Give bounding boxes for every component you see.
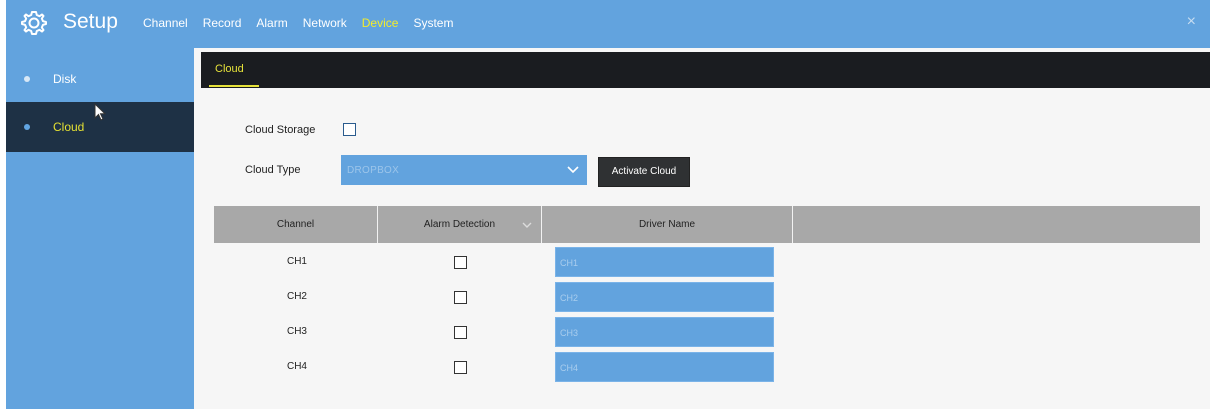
alarm-detection-checkbox[interactable]: [454, 326, 467, 339]
channel-cell: CH4: [286, 361, 307, 372]
driver-name-value: CH1: [560, 258, 579, 268]
active-tab-indicator: [209, 85, 259, 87]
sidebar-item-label: Cloud: [53, 120, 85, 134]
channel-cell: CH3: [286, 326, 307, 337]
table-header: Channel Alarm Detection Driver Name: [214, 206, 1200, 243]
driver-name-value: CH2: [560, 293, 579, 303]
alarm-detection-checkbox[interactable]: [454, 361, 467, 374]
column-header-driver-name: Driver Name: [638, 219, 696, 230]
driver-name-input[interactable]: CH3: [555, 317, 774, 347]
sidebar-item-disk[interactable]: Disk: [6, 54, 194, 104]
alarm-detection-checkbox[interactable]: [454, 256, 467, 269]
cloud-type-value: DROPBOX: [347, 165, 400, 176]
driver-name-value: CH3: [560, 328, 579, 338]
driver-name-input[interactable]: CH1: [555, 247, 774, 277]
alarm-detection-checkbox[interactable]: [454, 291, 467, 304]
column-divider: [792, 206, 793, 243]
menu-item-channel[interactable]: Channel: [143, 16, 188, 30]
menu-item-system[interactable]: System: [413, 16, 453, 30]
menu-item-record[interactable]: Record: [203, 16, 242, 30]
tab-cloud[interactable]: Cloud: [215, 63, 244, 75]
column-header-alarm-detection: Alarm Detection: [423, 219, 496, 230]
cloud-storage-label: Cloud Storage: [245, 124, 316, 136]
menu-item-alarm[interactable]: Alarm: [256, 16, 287, 30]
chevron-down-icon[interactable]: [522, 221, 532, 229]
gear-icon[interactable]: [20, 9, 48, 37]
sidebar-item-label: Disk: [53, 72, 77, 86]
cloud-type-select[interactable]: DROPBOX: [341, 155, 587, 185]
sub-tab-bar: Cloud: [201, 52, 1210, 88]
mouse-pointer-icon: [94, 103, 107, 121]
top-menu: Channel Record Alarm Network Device Syst…: [143, 16, 468, 30]
top-bar: Setup Channel Record Alarm Network Devic…: [6, 0, 1210, 48]
cloud-type-label: Cloud Type: [245, 164, 301, 176]
column-header-channel: Channel: [276, 219, 315, 230]
driver-name-input[interactable]: CH4: [555, 352, 774, 382]
activate-cloud-button[interactable]: Activate Cloud: [598, 157, 690, 187]
channel-cell: CH2: [286, 291, 307, 302]
driver-name-value: CH4: [560, 363, 579, 373]
menu-item-device[interactable]: Device: [362, 16, 399, 30]
setup-window: Setup Channel Record Alarm Network Devic…: [6, 0, 1210, 409]
bullet-icon: [24, 76, 30, 82]
channel-cell: CH1: [286, 256, 307, 267]
driver-name-input[interactable]: CH2: [555, 282, 774, 312]
close-icon[interactable]: ×: [1187, 13, 1196, 31]
bullet-icon: [24, 124, 30, 130]
cloud-storage-checkbox[interactable]: [343, 123, 356, 136]
chevron-down-icon: [567, 166, 579, 174]
app-title: Setup: [63, 10, 118, 33]
menu-item-network[interactable]: Network: [303, 16, 347, 30]
